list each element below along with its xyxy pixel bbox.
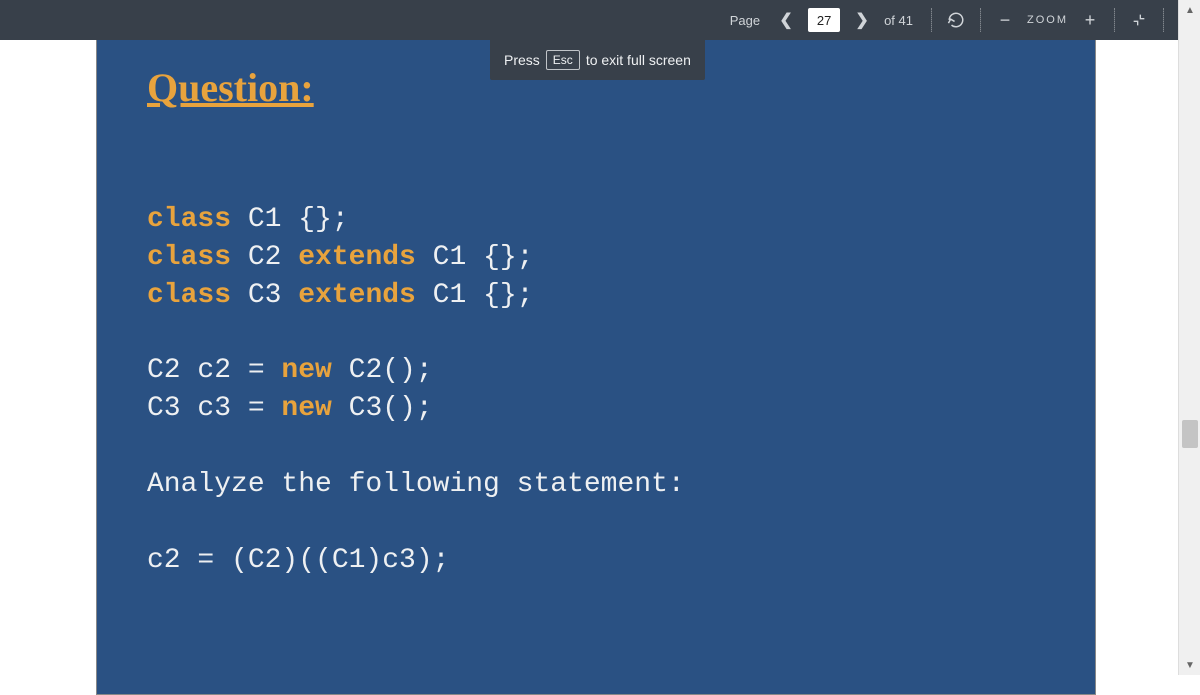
toolbar-separator [931, 8, 932, 32]
prev-page-button[interactable]: ❮ [772, 6, 800, 34]
keyword-extends: extends [298, 242, 416, 273]
zoom-in-button[interactable]: + [1076, 6, 1104, 34]
code-line: Analyze the following statement: [147, 466, 1045, 504]
reload-icon [947, 11, 965, 29]
fullscreen-esc-notice: Press Esc to exit full screen [490, 40, 705, 80]
zoom-out-button[interactable]: − [991, 6, 1019, 34]
vertical-scrollbar[interactable]: ▲ ▼ [1178, 0, 1200, 675]
esc-key-badge: Esc [546, 50, 580, 70]
scroll-up-button[interactable]: ▲ [1179, 0, 1200, 20]
code-text: c2 = (C2)((C1)c3); [147, 545, 449, 576]
code-text: C2 c2 = [147, 355, 281, 386]
code-line: c2 = (C2)((C1)c3); [147, 542, 1045, 580]
keyword-new: new [281, 355, 331, 386]
code-text: C3 [231, 280, 298, 311]
slide-canvas: Question: class C1 {}; class C2 extends … [96, 35, 1096, 695]
triangle-up-icon: ▲ [1185, 5, 1195, 16]
scroll-down-button[interactable]: ▼ [1179, 655, 1200, 675]
code-line: C3 c3 = new C3(); [147, 390, 1045, 428]
triangle-down-icon: ▼ [1185, 660, 1195, 671]
page-number-input[interactable] [808, 8, 840, 32]
viewer-toolbar: Page ❮ ❯ of 41 − ZOOM + [0, 0, 1178, 40]
exit-fullscreen-button[interactable] [1125, 6, 1153, 34]
code-text: C1 {}; [416, 242, 534, 273]
chevron-right-icon: ❯ [855, 10, 868, 30]
page-label: Page [730, 13, 760, 28]
chevron-left-icon: ❮ [779, 10, 792, 30]
keyword-new: new [281, 393, 331, 424]
code-text: C2 [231, 242, 298, 273]
code-line: C2 c2 = new C2(); [147, 352, 1045, 390]
code-text: C3 c3 = [147, 393, 281, 424]
toolbar-separator [1163, 8, 1164, 32]
minus-icon: − [1000, 10, 1011, 31]
code-text: Analyze the following statement: [147, 469, 685, 500]
keyword-class: class [147, 242, 231, 273]
keyword-class: class [147, 280, 231, 311]
toolbar-separator [1114, 8, 1115, 32]
esc-notice-press: Press [504, 52, 540, 68]
shrink-icon [1131, 12, 1147, 28]
blank-line [147, 314, 1045, 352]
esc-notice-rest: to exit full screen [586, 52, 691, 68]
code-line: class C3 extends C1 {}; [147, 277, 1045, 315]
keyword-extends: extends [298, 280, 416, 311]
reload-button[interactable] [942, 6, 970, 34]
code-block: class C1 {}; class C2 extends C1 {}; cla… [147, 201, 1045, 580]
code-text: C2(); [332, 355, 433, 386]
code-text: C1 {}; [231, 204, 349, 235]
toolbar-separator [980, 8, 981, 32]
code-line: class C2 extends C1 {}; [147, 239, 1045, 277]
page-total-label: of 41 [884, 13, 913, 28]
plus-icon: + [1085, 10, 1096, 31]
blank-line [147, 428, 1045, 466]
next-page-button[interactable]: ❯ [848, 6, 876, 34]
code-text: C3(); [332, 393, 433, 424]
keyword-class: class [147, 204, 231, 235]
zoom-label: ZOOM [1027, 14, 1068, 26]
scroll-thumb[interactable] [1182, 420, 1198, 448]
code-line: class C1 {}; [147, 201, 1045, 239]
code-text: C1 {}; [416, 280, 534, 311]
blank-line [147, 504, 1045, 542]
